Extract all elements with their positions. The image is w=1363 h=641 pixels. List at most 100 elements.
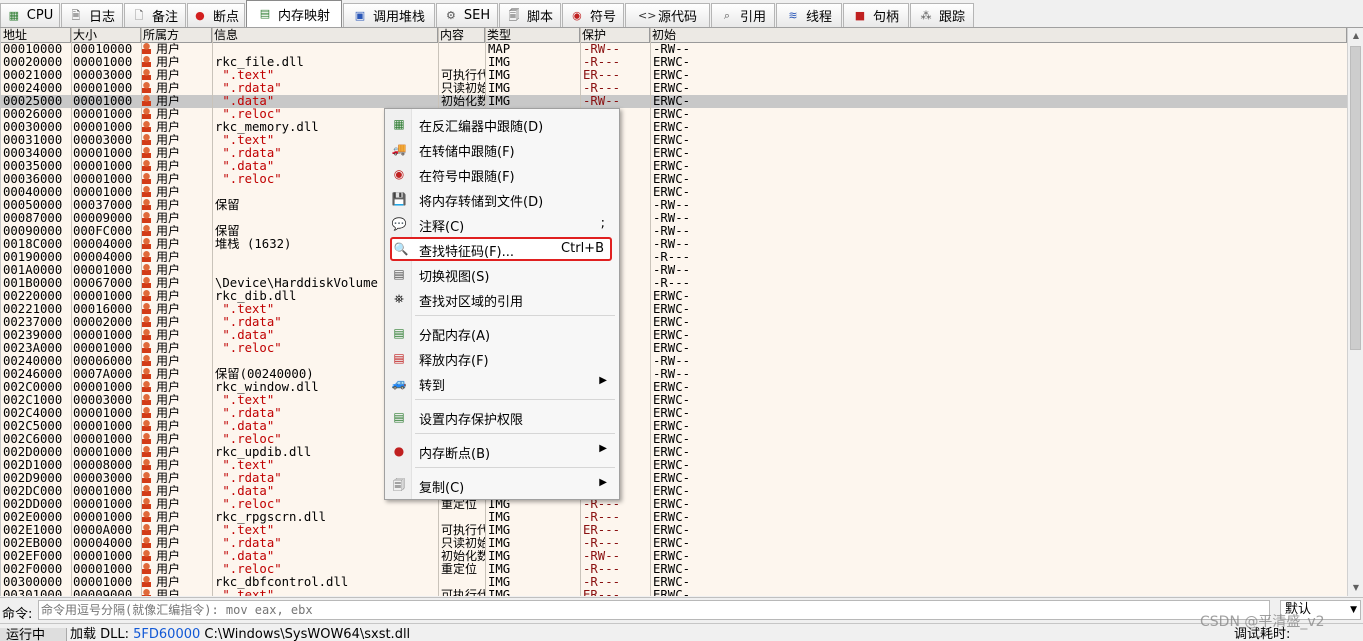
table-row[interactable]: 002DC000 00001000 ".data" ERWC- 用户 (1, 485, 1347, 498)
tab-handles[interactable]: ■ 句柄 (843, 3, 909, 27)
table-row[interactable]: 00237000 00002000 ".rdata" ERWC- 用户 (1, 316, 1347, 329)
table-row[interactable]: 002C4000 00001000 ".rdata" ERWC- 用户 (1, 407, 1347, 420)
table-row[interactable]: 00025000 00001000 ".data" 初始化数据IMG -RW-- ERW… (1, 95, 1347, 108)
tab-log[interactable]: 🗎 日志 (61, 3, 123, 27)
table-row[interactable]: 002C6000 00001000 ".reloc" ERWC- 用户 (1, 433, 1347, 446)
user-icon (142, 290, 151, 301)
table-row[interactable]: 0023A000 00001000 ".reloc" ERWC- 用户 (1, 342, 1347, 355)
table-row[interactable]: 00220000 00001000 rkc_dib.dll ERWC- 用户 (1, 290, 1347, 303)
tab-breakpoint[interactable]: ● 断点 (187, 3, 245, 27)
command-input[interactable] (38, 600, 1270, 620)
table-row[interactable]: 001B0000 00067000 \Device\HarddiskVolume -R… (1, 277, 1347, 290)
user-icon (142, 212, 151, 223)
tab-references[interactable]: ⌕ 引用 (711, 3, 775, 27)
table-row[interactable]: 002DD000 00001000 ".reloc" 重定位 IMG -R--- ERWC… (1, 498, 1347, 511)
scroll-down-arrow-icon[interactable]: ▼ (1349, 581, 1363, 595)
table-row[interactable]: 001A0000 00001000 -RW-- 用户 (1, 264, 1347, 277)
vertical-scrollbar[interactable]: ▲ ▼ (1347, 28, 1363, 596)
menu-item-copy[interactable]: 🗐 复制(C) ▶ (387, 473, 617, 497)
tab-trace[interactable]: ⁂ 跟踪 (910, 3, 974, 27)
cell-info: ".text" (222, 524, 275, 537)
table-row[interactable]: 00021000 00003000 ".text" 可执行代码IMG ER--- ERW… (1, 69, 1347, 82)
user-icon (142, 43, 151, 54)
menu-item-memory-protection[interactable]: ▤ 设置内存保护权限 (387, 405, 617, 429)
table-row[interactable]: 00034000 00001000 ".rdata" ERWC- 用户 (1, 147, 1347, 160)
col-address-header[interactable]: 地址 (1, 28, 71, 42)
table-row[interactable]: 00036000 00001000 ".reloc" ERWC- 用户 (1, 173, 1347, 186)
tab-seh[interactable]: ⚙ SEH (436, 3, 498, 27)
table-row[interactable]: 00090000 000FC000 保留 -RW-- 用户 (1, 225, 1347, 238)
cell-owner: 用户 (142, 589, 210, 596)
tab-memory-map[interactable]: ▤ 内存映射 (246, 0, 342, 27)
table-row[interactable]: 00050000 00037000 保留 -RW-- 用户 (1, 199, 1347, 212)
table-row[interactable]: 00026000 00001000 ".reloc" ERWC- 用户 (1, 108, 1347, 121)
table-row[interactable]: 002EB000 00004000 ".rdata" 只读初始化数据IMG -R---… (1, 537, 1347, 550)
table-row[interactable]: 00239000 00001000 ".data" ERWC- 用户 (1, 329, 1347, 342)
menu-item-goto[interactable]: 🚙 转到 ▶ (387, 371, 617, 395)
table-row[interactable]: 002E0000 00001000 rkc_rpgscrn.dll IMG -R--- E… (1, 511, 1347, 524)
table-row[interactable]: 00035000 00001000 ".data" ERWC- 用户 (1, 160, 1347, 173)
table-row[interactable]: 002C5000 00001000 ".data" ERWC- 用户 (1, 420, 1347, 433)
cell-size: 00002000 (73, 316, 133, 329)
menu-item-label: 转到 (419, 379, 446, 394)
tab-threads[interactable]: ≋ 线程 (776, 3, 842, 27)
menu-item-dump-follow[interactable]: 🚚 在转储中跟随(F) (387, 137, 617, 161)
menu-item-save-dump[interactable]: 💾 将内存转储到文件(D) (387, 187, 617, 211)
table-row[interactable]: 00221000 00016000 ".text" ERWC- 用户 (1, 303, 1347, 316)
table-row[interactable]: 00030000 00001000 rkc_memory.dll ERWC- 用户 (1, 121, 1347, 134)
table-row[interactable]: 002D9000 00003000 ".rdata" ERWC- 用户 (1, 472, 1347, 485)
col-type-header[interactable]: 类型 (485, 28, 580, 42)
user-icon (142, 82, 151, 93)
table-row[interactable]: 00301000 00009000 ".text" 可执行代码IMG ER--- ERW… (1, 589, 1347, 596)
tab-call-stack[interactable]: ▣ 调用堆栈 (343, 3, 435, 27)
table-row[interactable]: 00087000 00009000 -RW-- 用户 (1, 212, 1347, 225)
col-owner-header[interactable]: 所属方 (141, 28, 212, 42)
table-row[interactable]: 00190000 00004000 -R--- 用户 (1, 251, 1347, 264)
table-row[interactable]: 002EF000 00001000 ".data" 初始化数据IMG -RW-- ERW… (1, 550, 1347, 563)
table-row[interactable]: 00010000 00010000 MAP -RW-- -RW-- 用户 (1, 43, 1347, 56)
table-row[interactable]: 00040000 00001000 ERWC- 用户 (1, 186, 1347, 199)
tab-symbol[interactable]: ◉ 符号 (562, 3, 624, 27)
col-content-header[interactable]: 内容 (438, 28, 485, 42)
cell-protection: -R--- (583, 82, 621, 95)
col-protection-header[interactable]: 保护 (580, 28, 650, 42)
cell-owner: 用户 (142, 446, 210, 459)
cell-size: 00001000 (73, 563, 133, 576)
table-row[interactable]: 002E1000 0000A000 ".text" 可执行代码IMG ER--- ERW… (1, 524, 1347, 537)
menu-item-symbol-follow[interactable]: ◉ 在符号中跟随(F) (387, 162, 617, 186)
menu-item-find-pattern[interactable]: 🔍 查找特征码(F)... Ctrl+B (390, 237, 612, 261)
menu-item-switch-view[interactable]: ▤ 切换视图(S) (387, 262, 617, 286)
tab-cpu[interactable]: ▦ CPU (0, 3, 60, 27)
cell-address: 00240000 (3, 355, 63, 368)
cell-type: IMG (488, 95, 511, 108)
table-row[interactable]: 002D1000 00008000 ".text" ERWC- 用户 (1, 459, 1347, 472)
menu-item-allocate-memory[interactable]: ▤ 分配内存(A) (387, 321, 617, 345)
tab-script[interactable]: 🗐 脚本 (499, 3, 561, 27)
menu-item-disassembler-follow[interactable]: ▦ 在反汇编器中跟随(D) (387, 112, 617, 136)
table-row[interactable]: 002C1000 00003000 ".text" ERWC- 用户 (1, 394, 1347, 407)
menu-item-binoculars[interactable]: ⛯ 查找对区域的引用 (387, 287, 617, 311)
col-initial-header[interactable]: 初始 (650, 28, 1347, 42)
menu-item-memory-breakpoint[interactable]: ● 内存断点(B) ▶ (387, 439, 617, 463)
table-row[interactable]: 00300000 00001000 rkc_dbfcontrol.dll IMG -R-… (1, 576, 1347, 589)
table-row[interactable]: 002F0000 00001000 ".reloc" 重定位 IMG -R--- ERWC… (1, 563, 1347, 576)
table-row[interactable]: 00246000 0007A000 保留(00240000) -RW-- 用户 (1, 368, 1347, 381)
scrollbar-thumb[interactable] (1350, 46, 1361, 350)
table-row[interactable]: 00020000 00001000 rkc_file.dll IMG -R--- ERWC… (1, 56, 1347, 69)
table-row[interactable]: 002D0000 00001000 rkc_updib.dll ERWC- 用户 (1, 446, 1347, 459)
tab-notes[interactable]: 🗋 备注 (124, 3, 186, 27)
table-row[interactable]: 002C0000 00001000 rkc_window.dll ERWC- 用户 (1, 381, 1347, 394)
user-icon (142, 108, 151, 119)
menu-item-comment[interactable]: 💬 注释(C); (387, 212, 617, 236)
table-row[interactable]: 00031000 00003000 ".text" ERWC- 用户 (1, 134, 1347, 147)
table-row[interactable]: 00240000 00006000 -RW-- 用户 (1, 355, 1347, 368)
table-row[interactable]: 0018C000 00004000 堆栈 (1632) -RW-- 用户 (1, 238, 1347, 251)
col-size-header[interactable]: 大小 (71, 28, 141, 42)
scroll-up-arrow-icon[interactable]: ▲ (1349, 29, 1363, 43)
tab-source-code[interactable]: <> 源代码 (625, 3, 710, 27)
col-info-header[interactable]: 信息 (212, 28, 438, 42)
binoculars-icon: ⛯ (394, 292, 404, 306)
table-row[interactable]: 00024000 00001000 ".rdata" 只读初始化数据IMG -R---… (1, 82, 1347, 95)
cell-initial: ERWC- (653, 316, 691, 329)
menu-item-free-memory[interactable]: ▤ 释放内存(F) (387, 346, 617, 370)
